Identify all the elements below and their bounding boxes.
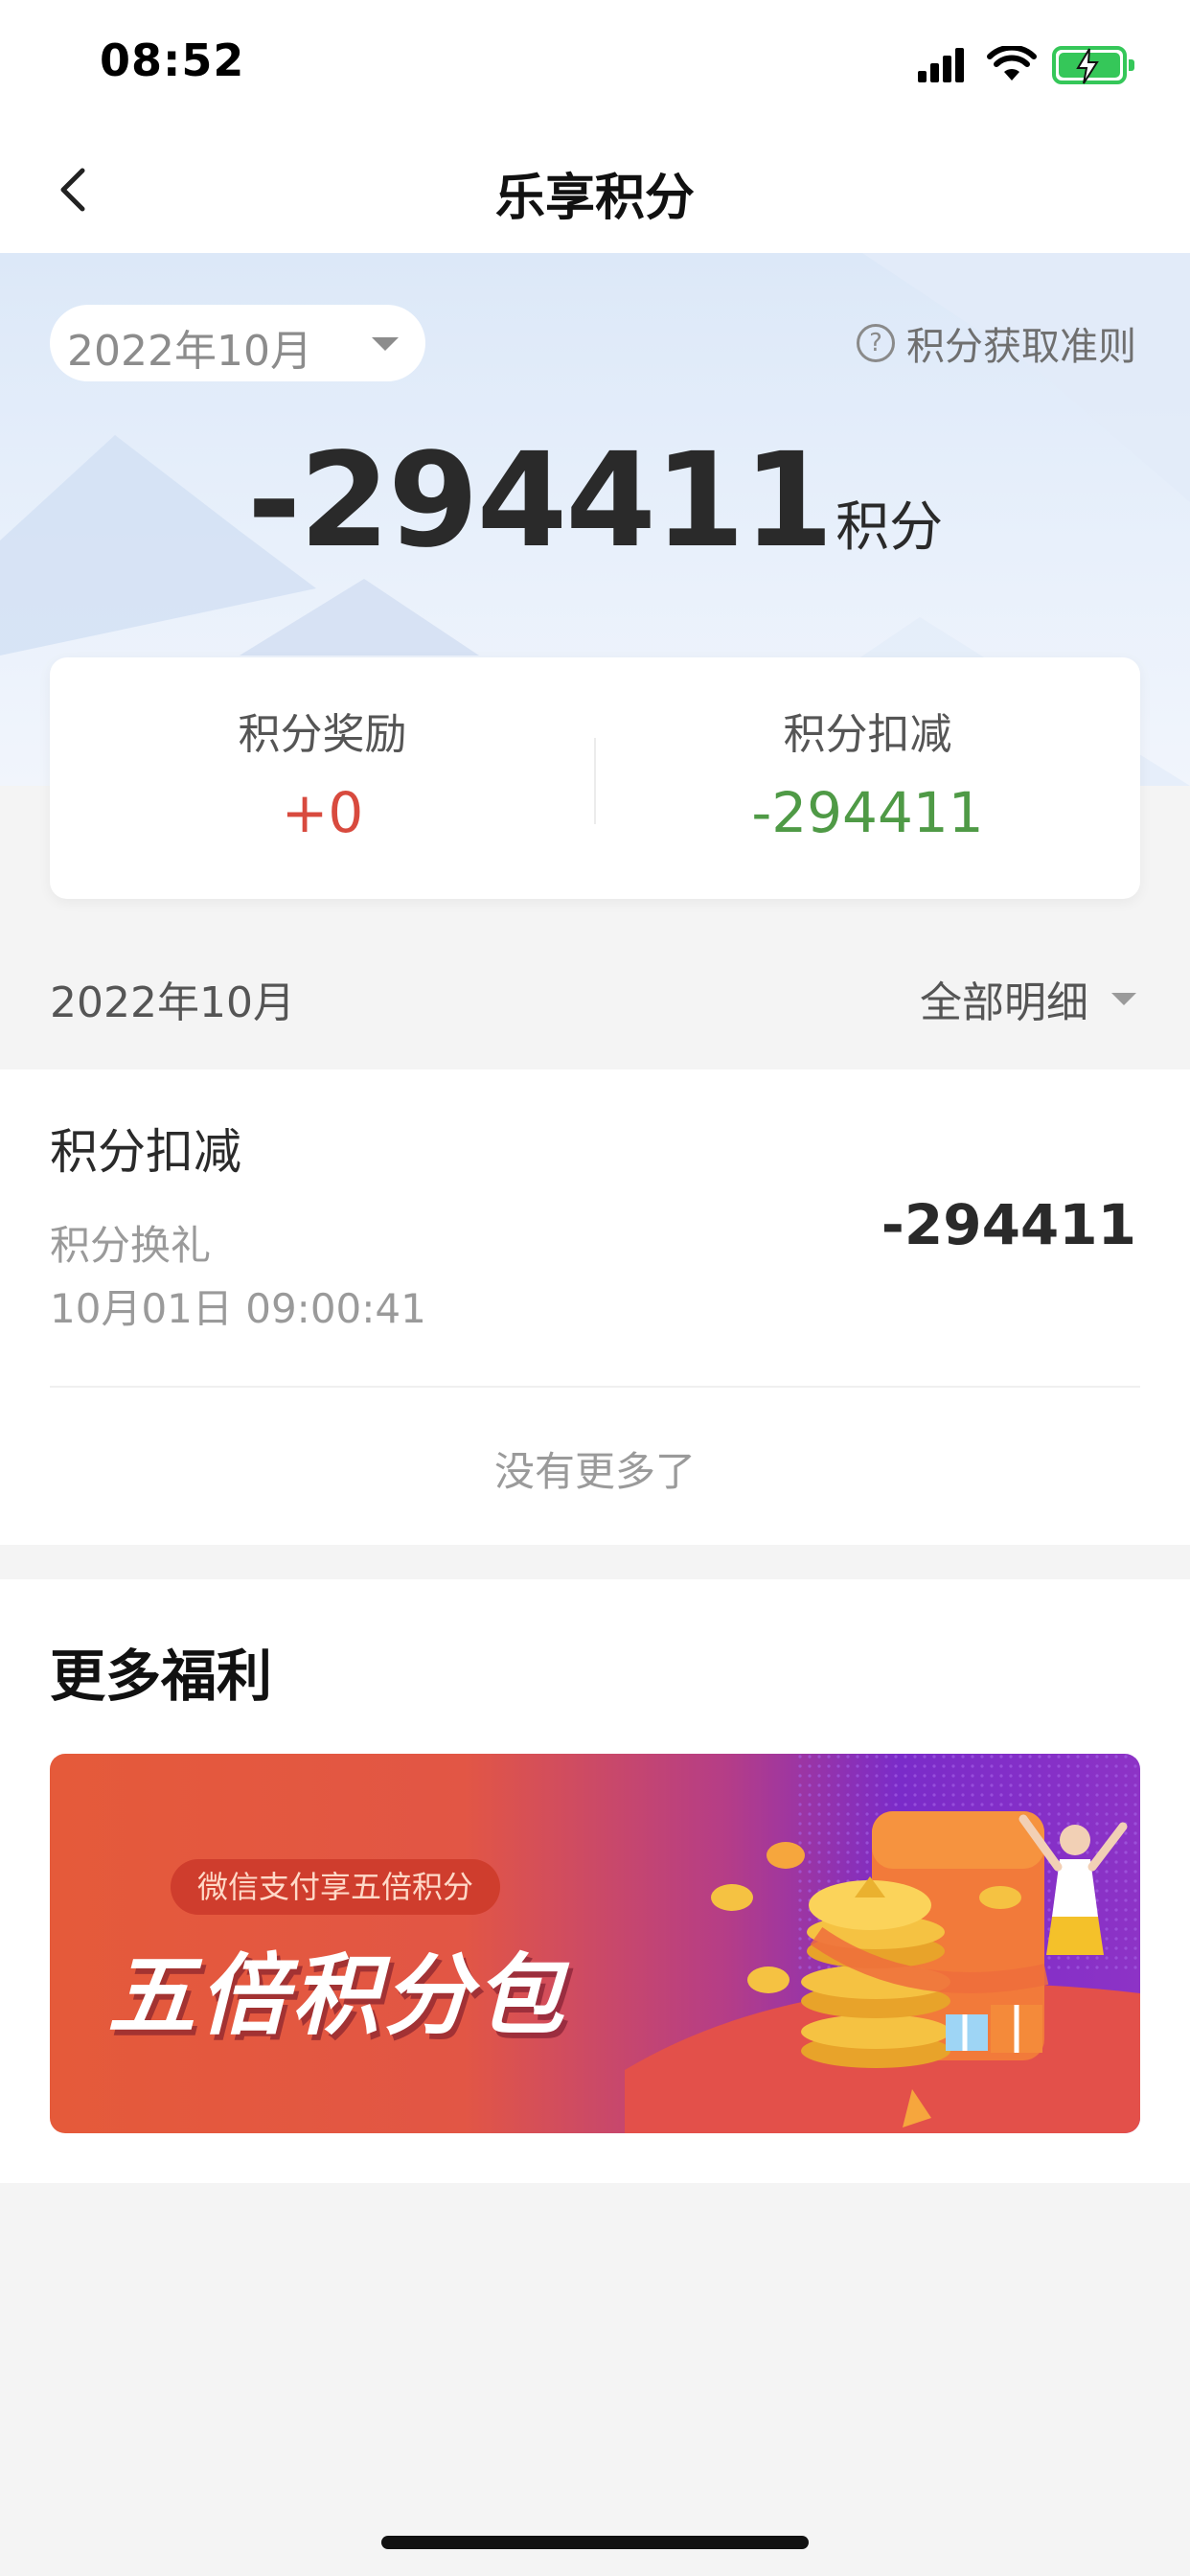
more-benefits-section: 更多福利 微信支付享五倍积分 五倍积分包: [0, 1579, 1190, 2183]
deduct-value: -294411: [751, 780, 984, 845]
points-rules-link[interactable]: ? 积分获取准则: [857, 314, 1136, 372]
month-selector[interactable]: 2022年10月: [50, 305, 425, 381]
status-time: 08:52: [100, 34, 245, 86]
divider: [50, 1386, 1140, 1388]
transaction-title: 积分扣减: [50, 1124, 241, 1180]
promo-banner[interactable]: 微信支付享五倍积分 五倍积分包: [50, 1754, 1140, 2133]
list-item[interactable]: 积分扣减 积分换礼 10月01日 09:00:41 -294411: [0, 1070, 1190, 1388]
detail-type-label: 全部明细: [920, 978, 1088, 1027]
transaction-time: 10月01日 09:00:41: [50, 1285, 426, 1332]
transaction-amount: -294411: [881, 1192, 1136, 1257]
wifi-icon: [987, 46, 1037, 80]
transaction-list: 积分扣减 积分换礼 10月01日 09:00:41 -294411 没有更多了: [0, 1070, 1190, 1545]
list-end-text: 没有更多了: [493, 1448, 696, 1495]
section-title: 更多福利: [50, 1644, 273, 1709]
caret-down-icon: [1111, 992, 1136, 1005]
page-title: 乐享积分: [494, 170, 695, 227]
filter-month-label: 2022年10月: [50, 978, 295, 1027]
deduct-label: 积分扣减: [783, 710, 952, 759]
reward-summary: 积分奖励 +0: [50, 657, 595, 899]
reward-value: +0: [281, 780, 364, 845]
month-selector-label: 2022年10月: [67, 327, 312, 376]
detail-type-select[interactable]: 全部明细: [920, 968, 1136, 1029]
points-rules-label: 积分获取准则: [906, 325, 1136, 369]
total-points-value: -294411: [246, 426, 834, 577]
total-points: -294411积分: [0, 426, 1190, 577]
coins-illustration: [625, 1754, 1140, 2133]
filter-row: 2022年10月 全部明细: [0, 939, 1190, 1039]
total-points-unit: 积分: [835, 496, 944, 559]
battery-icon: [1052, 46, 1134, 84]
caret-down-icon: [372, 337, 399, 351]
banner-tag: 微信支付享五倍积分: [171, 1859, 501, 1915]
transaction-description: 积分换礼: [50, 1222, 212, 1269]
points-summary-card: 积分奖励 +0 积分扣减 -294411: [50, 657, 1140, 899]
home-indicator: [381, 2536, 809, 2549]
deduct-summary: 积分扣减 -294411: [595, 657, 1140, 899]
status-bar: 08:52: [0, 0, 1190, 126]
question-circle-icon: ?: [857, 324, 895, 362]
reward-label: 积分奖励: [238, 710, 407, 759]
banner-headline: 五倍积分包: [107, 1944, 568, 2047]
nav-bar: 乐享积分: [0, 126, 1190, 253]
cellular-signal-icon: [918, 48, 968, 82]
